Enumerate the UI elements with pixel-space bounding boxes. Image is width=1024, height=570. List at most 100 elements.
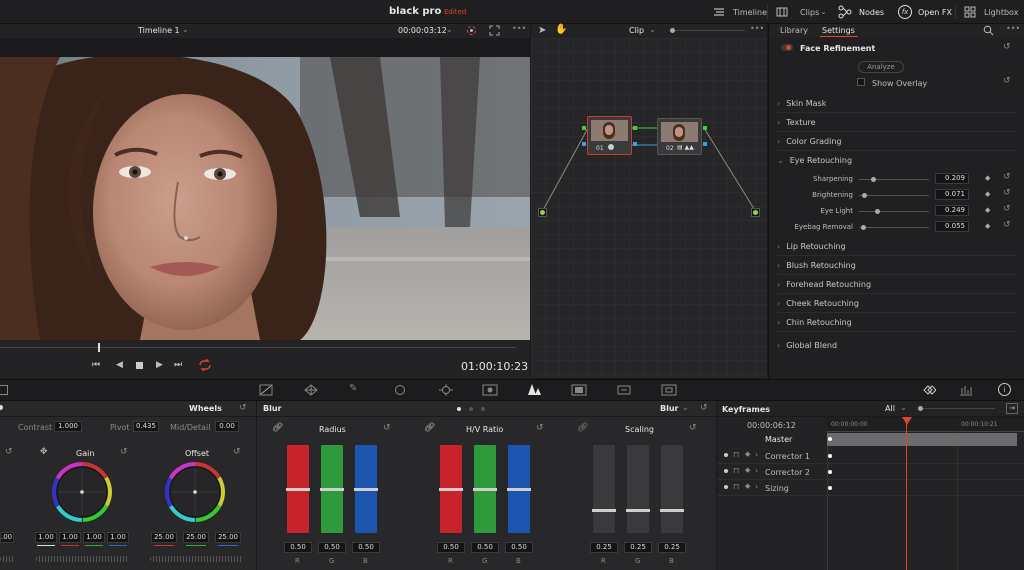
link-icon[interactable]: 🔗︎ (272, 423, 283, 433)
panel-icon[interactable] (0, 385, 8, 395)
keyframe-diamond-icon[interactable]: ◆ (985, 206, 990, 214)
open-fx-button[interactable]: Open FX (918, 8, 952, 17)
section-global-blend[interactable]: › Global Blend (777, 336, 1017, 355)
zoom-slider-track[interactable] (923, 408, 995, 409)
3d-icon[interactable] (661, 384, 677, 396)
chevron-down-icon[interactable]: ⌄ (682, 403, 689, 412)
slider-handle[interactable] (626, 509, 650, 512)
pointer-tool-icon[interactable]: ➤ (538, 25, 546, 36)
expand-chevron-icon[interactable]: › (755, 450, 758, 459)
slider-handle[interactable] (592, 509, 616, 512)
lock-icon[interactable]: ⊓ (733, 450, 739, 459)
page-dot-active[interactable] (457, 407, 461, 411)
timeline-icon[interactable] (713, 6, 725, 18)
output-port[interactable] (751, 208, 760, 217)
radius-b-value[interactable]: 0.50 (352, 542, 380, 553)
pivot-field[interactable]: 0.435 (133, 421, 159, 432)
keyframe-diamond-icon[interactable]: ◆ (985, 190, 990, 198)
reset-icon[interactable]: ↺ (689, 423, 697, 433)
sizing-icon[interactable] (616, 384, 632, 396)
keyframe-marker[interactable] (828, 454, 832, 458)
section-texture[interactable]: › Texture (777, 113, 1017, 132)
input-port[interactable] (538, 208, 547, 217)
node-graph[interactable]: 01 02 ▤ ▲▲ (531, 38, 767, 378)
slider-knob[interactable] (862, 193, 867, 198)
keyframe-diamond-icon[interactable]: ◆ (745, 482, 750, 490)
more-options-icon[interactable]: ••• (512, 24, 526, 33)
magic-mask-icon[interactable] (482, 384, 498, 396)
stop-icon[interactable] (136, 362, 143, 369)
chevron-down-icon[interactable]: ⌄ (900, 403, 907, 412)
enable-dot[interactable] (724, 453, 728, 457)
scaling-g-value[interactable]: 0.25 (624, 542, 652, 553)
play-icon[interactable]: ▶ (156, 360, 163, 370)
node-01[interactable]: 01 (587, 116, 632, 155)
keyframe-diamond-icon[interactable]: ◆ (745, 450, 750, 458)
show-overlay-checkbox[interactable] (857, 78, 865, 86)
chevron-down-icon[interactable]: ⌄ (649, 25, 656, 34)
tab-settings[interactable]: Settings (822, 26, 855, 35)
slider-handle[interactable] (354, 488, 378, 491)
slider-value-field[interactable]: 0.209 (935, 173, 969, 184)
timeline-selector[interactable]: Timeline 1 (138, 26, 180, 35)
keyframe-filter-selector[interactable]: All (885, 404, 895, 413)
search-icon[interactable] (983, 25, 994, 36)
reset-icon[interactable]: ↺ (536, 423, 544, 433)
expand-chevron-icon[interactable]: › (755, 482, 758, 491)
nodes-icon[interactable] (838, 5, 852, 19)
page-dot[interactable] (481, 407, 485, 411)
lightbox-button[interactable]: Lightbox (984, 8, 1018, 17)
scopes-icon[interactable] (959, 384, 973, 396)
reset-icon[interactable]: ↺ (1003, 188, 1011, 198)
keyframe-row-corrector-2[interactable]: ⊓ ◆ › Corrector 2 (717, 464, 1024, 480)
lift-master-wheel[interactable] (0, 556, 15, 562)
slider-value-field[interactable]: 0.249 (935, 205, 969, 216)
lock-icon[interactable]: ⊓ (733, 466, 739, 475)
hv-g-value[interactable]: 0.50 (471, 542, 499, 553)
keyframe-diamond-icon[interactable]: ◆ (985, 174, 990, 182)
radius-r-slider[interactable] (286, 445, 310, 533)
color-picker-icon[interactable] (466, 25, 477, 36)
lightbox-icon[interactable] (964, 6, 976, 18)
chevron-down-icon[interactable]: ⌄ (446, 25, 453, 34)
hv-r-value[interactable]: 0.50 (437, 542, 465, 553)
radius-g-slider[interactable] (320, 445, 344, 533)
slider-handle[interactable] (286, 488, 310, 491)
section-blush-retouching[interactable]: › Blush Retouching (777, 256, 1017, 275)
keyframes-icon[interactable] (920, 384, 936, 396)
radius-g-value[interactable]: 0.50 (318, 542, 346, 553)
expand-icon[interactable]: ⇥ (1006, 403, 1018, 414)
playhead-line[interactable] (906, 423, 907, 570)
reset-icon[interactable]: ↺ (383, 423, 391, 433)
section-eye-retouching[interactable]: ⌄ Eye Retouching (777, 151, 1017, 170)
reset-icon[interactable]: ↺ (233, 447, 241, 457)
offset-value-g[interactable]: 25.00 (183, 532, 209, 543)
slider-track[interactable] (859, 211, 929, 212)
radius-r-value[interactable]: 0.50 (284, 542, 312, 553)
reset-icon[interactable]: ↺ (1003, 172, 1011, 182)
tracker-icon[interactable] (439, 384, 453, 396)
scaling-b-slider[interactable] (660, 445, 684, 533)
scrubber-track[interactable] (0, 347, 516, 348)
hand-tool-icon[interactable]: ✋ (555, 24, 567, 35)
loop-icon[interactable] (198, 359, 212, 371)
expand-chevron-icon[interactable]: › (755, 466, 758, 475)
fullscreen-icon[interactable] (489, 25, 500, 36)
window-icon[interactable] (393, 384, 407, 396)
link-icon[interactable]: 🔗︎ (577, 423, 588, 433)
node-input-port[interactable] (582, 126, 586, 130)
slider-handle[interactable] (473, 488, 497, 491)
crosshair-icon[interactable]: ✥ (40, 447, 48, 457)
reset-icon[interactable]: ↺ (239, 403, 247, 413)
gain-value-r[interactable]: 1.00 (59, 532, 81, 543)
timeline-button[interactable]: Timeline (733, 8, 767, 17)
slider-handle[interactable] (507, 488, 531, 491)
gain-master-wheel[interactable] (36, 556, 129, 562)
scaling-r-value[interactable]: 0.25 (590, 542, 618, 553)
enable-toggle[interactable] (781, 44, 793, 51)
node-output-port[interactable] (633, 142, 637, 146)
node-mode-selector[interactable]: Clip (629, 26, 644, 35)
slider-knob[interactable] (861, 225, 866, 230)
zoom-slider-track[interactable] (675, 30, 745, 31)
skip-to-end-icon[interactable]: ⏭ (174, 360, 182, 370)
